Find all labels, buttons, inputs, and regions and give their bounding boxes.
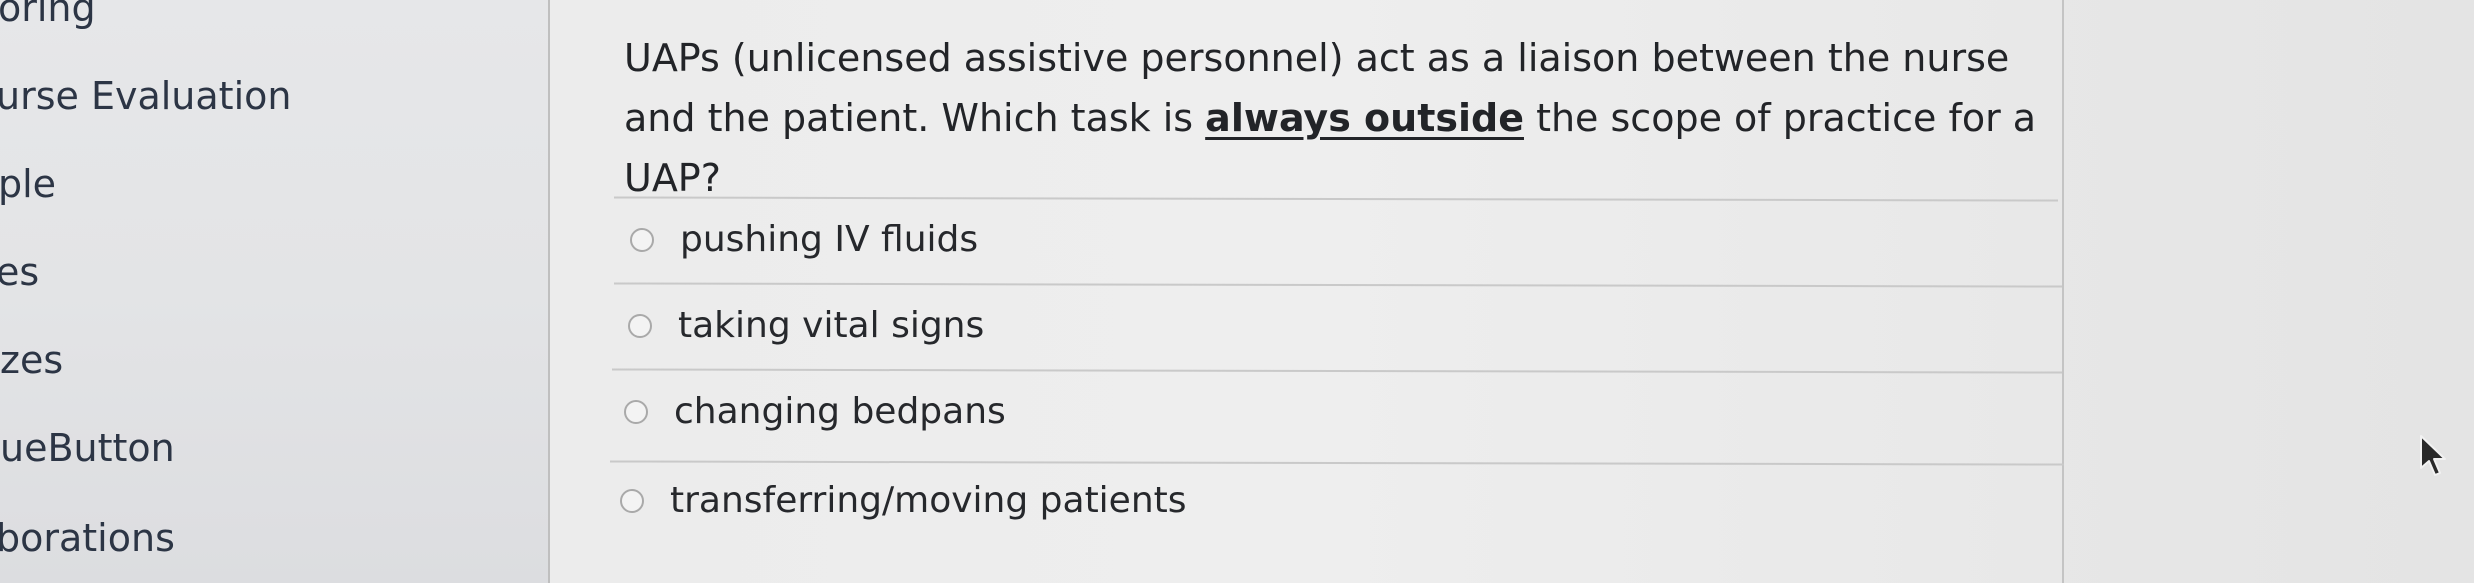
nav-item-pages[interactable]: es	[0, 250, 39, 294]
answer-option-label: changing bedpans	[674, 391, 1006, 432]
answer-option-1[interactable]: pushing IV fluids	[630, 219, 978, 260]
question-text: UAPs (unlicensed assistive personnel) ac…	[624, 28, 2044, 208]
answer-option-2[interactable]: taking vital signs	[628, 305, 984, 346]
question-emphasis: always outside	[1205, 96, 1524, 140]
divider	[613, 282, 2063, 288]
nav-item-quizzes[interactable]: zes	[0, 338, 63, 382]
answer-option-4[interactable]: transferring/moving patients	[620, 480, 1187, 521]
nav-item-people[interactable]: ple	[0, 162, 56, 206]
answer-option-label: taking vital signs	[678, 305, 985, 346]
mouse-pointer-icon	[2420, 435, 2446, 476]
answer-option-label: transferring/moving patients	[670, 480, 1187, 521]
radio-button[interactable]	[628, 313, 652, 338]
answer-option-3[interactable]: changing bedpans	[624, 391, 1006, 432]
answer-option-label: pushing IV fluids	[680, 219, 979, 260]
radio-button[interactable]	[630, 227, 654, 252]
radio-button[interactable]	[624, 399, 648, 424]
divider	[609, 460, 2065, 466]
nav-item-monitoring[interactable]: oring	[0, 0, 96, 30]
course-nav-sidebar: oring urse Evaluation ple es zes ueButto…	[0, 0, 548, 583]
nav-item-continue-button[interactable]: ueButton	[0, 426, 175, 470]
screen: oring urse Evaluation ple es zes ueButto…	[0, 0, 2474, 583]
nav-item-course-evaluation[interactable]: urse Evaluation	[0, 74, 291, 118]
question-panel: UAPs (unlicensed assistive personnel) ac…	[548, 0, 2065, 583]
radio-button[interactable]	[620, 488, 644, 513]
divider	[611, 368, 2063, 374]
nav-item-collaborations[interactable]: borations	[0, 516, 175, 560]
